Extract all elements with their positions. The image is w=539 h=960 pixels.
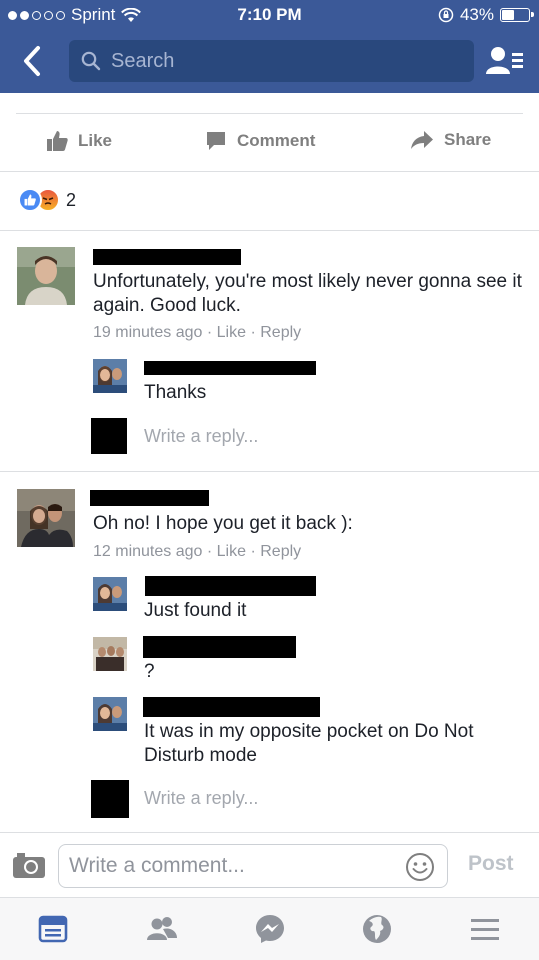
comment-composer: Post: [0, 832, 539, 898]
comment-meta: 19 minutes ago · Like · Reply: [93, 324, 302, 341]
friends-icon[interactable]: [146, 913, 178, 945]
search-icon: [81, 51, 101, 71]
reply-text: Just found it: [144, 600, 247, 621]
divider: [0, 171, 539, 172]
divider: [0, 230, 539, 231]
comment-field[interactable]: [58, 844, 448, 888]
divider: [0, 471, 539, 472]
reply-text: It was in my opposite pocket on Do Not D…: [144, 721, 474, 766]
redacted-author-name: [145, 576, 316, 596]
chevron-left-icon[interactable]: [16, 44, 50, 78]
comment-reply-link[interactable]: Reply: [260, 324, 301, 341]
battery-icon: [500, 8, 534, 22]
battery-percent: 43%: [459, 5, 494, 24]
divider: [16, 113, 523, 114]
comment-bubble-icon: [207, 132, 225, 150]
avatar[interactable]: [17, 489, 75, 547]
avatar[interactable]: [93, 697, 127, 731]
like-reaction-icon: [18, 188, 42, 212]
comment-like-link[interactable]: Like: [217, 543, 246, 560]
thumbs-up-icon: [47, 131, 68, 151]
redacted-author-name: [93, 249, 241, 265]
like-label: Like: [78, 131, 113, 150]
reply-text: Thanks: [144, 382, 207, 403]
share-label: Share: [444, 130, 492, 149]
avatar[interactable]: [93, 359, 127, 393]
current-user-avatar: [91, 780, 129, 818]
status-bar: Sprint 7:10 PM 43%: [0, 0, 539, 30]
like-button[interactable]: Like: [46, 130, 112, 152]
search-bar[interactable]: [69, 40, 474, 82]
messenger-icon[interactable]: [254, 913, 286, 945]
camera-icon[interactable]: [12, 851, 46, 879]
write-reply-input[interactable]: Write a reply...: [144, 426, 258, 447]
redacted-author-name: [144, 361, 316, 375]
comment-timestamp: 19 minutes ago: [93, 324, 203, 341]
write-reply-input[interactable]: Write a reply...: [144, 788, 258, 809]
redacted-author-name: [143, 697, 320, 717]
comment-meta: 12 minutes ago · Like · Reply: [93, 543, 302, 560]
search-input[interactable]: [111, 49, 441, 73]
battery-info: 43%: [438, 5, 534, 25]
share-button[interactable]: Share: [410, 130, 491, 150]
avatar[interactable]: [17, 247, 75, 305]
share-arrow-icon: [411, 131, 433, 149]
notifications-globe-icon[interactable]: [361, 913, 393, 945]
comment-text: Oh no! I hope you get it back ):: [93, 513, 353, 534]
emoji-smiley-icon[interactable]: [405, 852, 435, 882]
redacted-author-name: [143, 636, 296, 658]
reaction-count: 2: [66, 189, 77, 210]
comment-reply-link[interactable]: Reply: [260, 543, 301, 560]
redacted-author-name: [90, 490, 209, 506]
comment-text: Unfortunately, you're most likely never …: [93, 271, 522, 316]
comment-button[interactable]: Comment: [205, 130, 315, 152]
current-user-avatar: [91, 418, 127, 454]
comment-label: Comment: [237, 131, 316, 150]
post-button[interactable]: Post: [468, 852, 514, 876]
comment-timestamp: 12 minutes ago: [93, 543, 203, 560]
avatar[interactable]: [93, 577, 127, 611]
rotation-lock-icon: [438, 7, 454, 23]
menu-icon[interactable]: [469, 913, 501, 945]
reply-text: ?: [144, 661, 155, 682]
news-feed-icon[interactable]: [37, 913, 69, 945]
reaction-summary[interactable]: 2: [18, 188, 76, 212]
friend-requests-icon[interactable]: [486, 44, 524, 78]
comment-like-link[interactable]: Like: [217, 324, 246, 341]
comment-input[interactable]: [69, 854, 399, 878]
avatar[interactable]: [93, 637, 127, 671]
top-nav-bar: Sprint 7:10 PM 43%: [0, 0, 539, 93]
bottom-tab-bar: [0, 897, 539, 960]
